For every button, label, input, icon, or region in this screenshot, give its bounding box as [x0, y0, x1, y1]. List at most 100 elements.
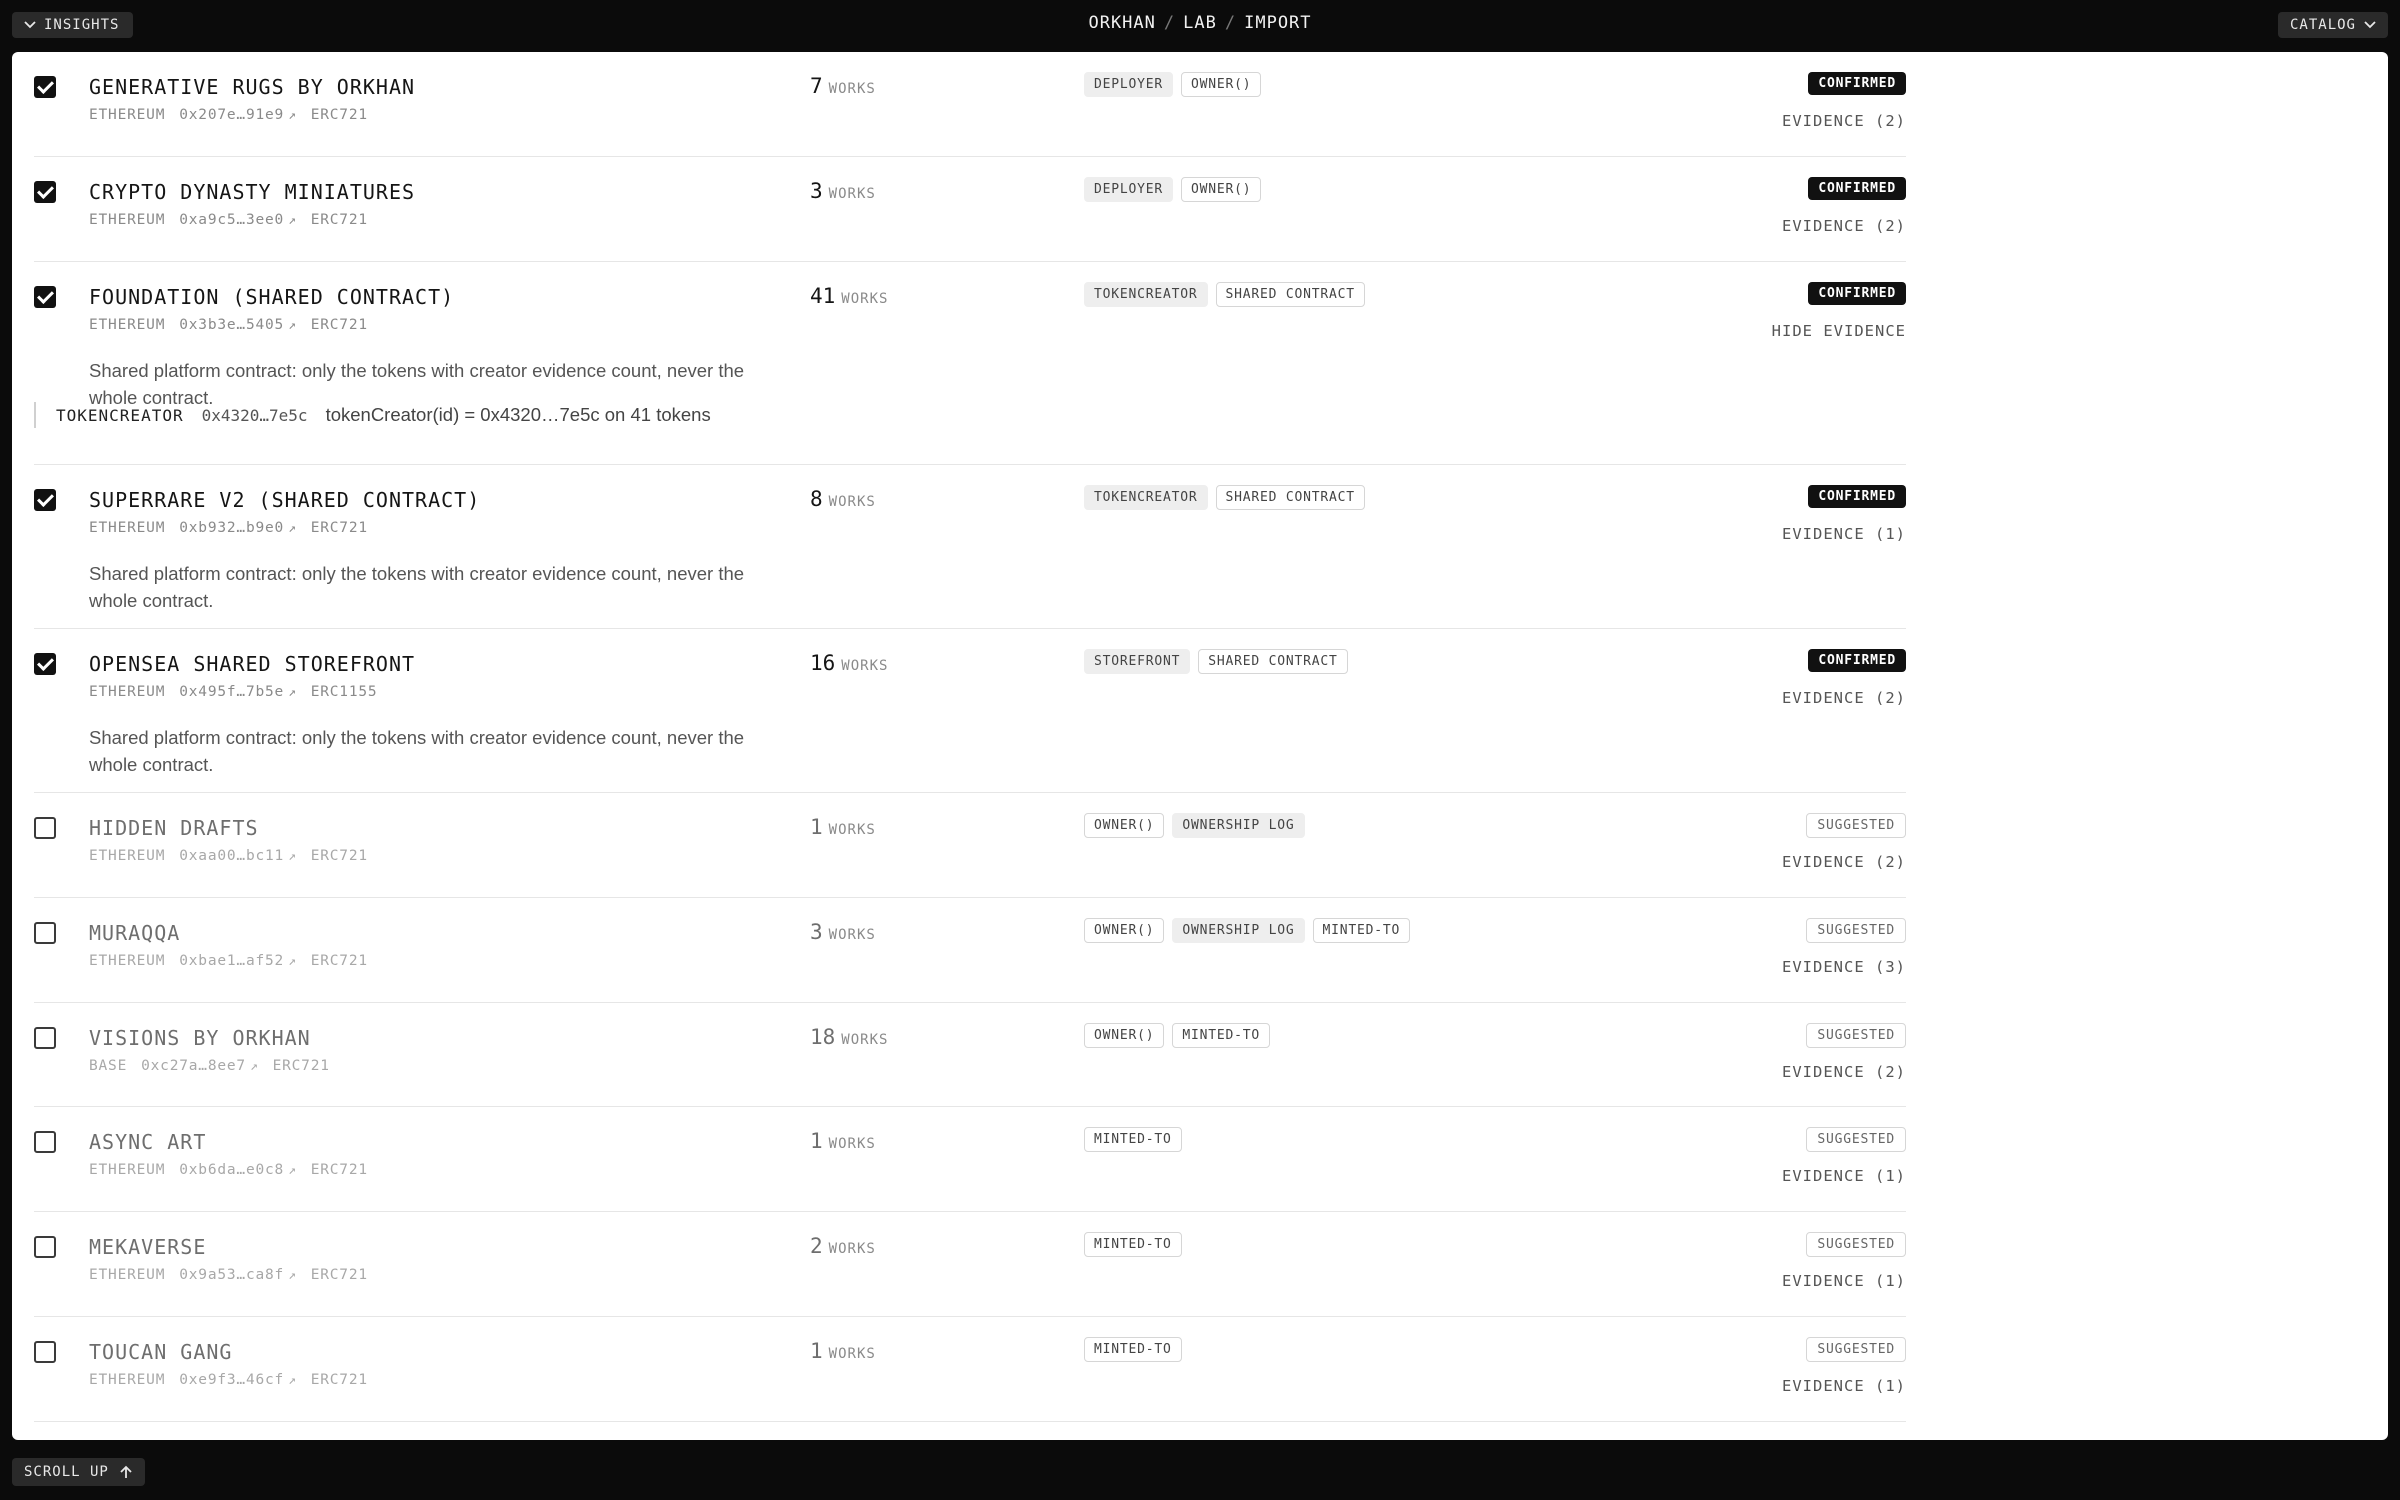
- evidence-tag: STOREFRONT: [1084, 649, 1191, 674]
- table-row[interactable]: HIDDEN DRAFTS ETHEREUM 0xaa00…bc11 ↗ ERC7…: [34, 793, 1906, 898]
- evidence-tag: OWNER(): [1084, 918, 1165, 943]
- address-link[interactable]: 0xc27a…8ee7 ↗: [141, 1058, 258, 1074]
- evidence-toggle[interactable]: EVIDENCE (2): [1782, 217, 1906, 235]
- external-link-icon: ↗: [288, 1163, 297, 1178]
- works-count: 2 WORKS: [810, 1234, 876, 1258]
- evidence-toggle[interactable]: EVIDENCE (1): [1782, 1377, 1906, 1395]
- evidence-tags: OWNER() MINTED-TO: [1084, 1023, 1271, 1048]
- address-link[interactable]: 0x9a53…ca8f ↗: [179, 1267, 296, 1283]
- breadcrumb-separator: /: [1163, 13, 1176, 33]
- works-count-number: 3: [810, 920, 823, 944]
- contract-name: ASYNC ART: [89, 1130, 207, 1154]
- table-row[interactable]: FOUNDATION (SHARED CONTRACT) ETHEREUM 0x…: [34, 262, 1906, 465]
- evidence-toggle[interactable]: EVIDENCE (2): [1782, 853, 1906, 871]
- contract-meta: ETHEREUM 0x207e…91e9 ↗ ERC721: [89, 107, 368, 123]
- top-bar: INSIGHTS ORKHAN / LAB / IMPORT CATALOG: [0, 0, 2400, 50]
- works-count-number: 41: [810, 284, 836, 308]
- table-row[interactable]: CRYPTO DYNASTY MINIATURES ETHEREUM 0xa9c…: [34, 157, 1906, 262]
- token-standard: ERC721: [272, 1058, 330, 1074]
- scroll-up-button[interactable]: SCROLL UP: [12, 1458, 145, 1486]
- address-link[interactable]: 0xaa00…bc11 ↗: [179, 848, 296, 864]
- select-checkbox[interactable]: [34, 1027, 56, 1049]
- catalog-label: CATALOG: [2289, 17, 2356, 33]
- external-link-icon: ↗: [288, 1268, 297, 1283]
- evidence-toggle[interactable]: EVIDENCE (1): [1782, 525, 1906, 543]
- evidence-toggle[interactable]: EVIDENCE (1): [1782, 1167, 1906, 1185]
- evidence-toggle[interactable]: EVIDENCE (2): [1782, 112, 1906, 130]
- breadcrumb-item-orkhan[interactable]: ORKHAN: [1088, 13, 1155, 33]
- address-link[interactable]: 0x3b3e…5405 ↗: [179, 317, 296, 333]
- scroll-up-label: SCROLL UP: [24, 1464, 109, 1480]
- evidence-tags: TOKENCREATOR SHARED CONTRACT: [1084, 282, 1365, 307]
- table-row[interactable]: MEKAVERSE ETHEREUM 0x9a53…ca8f ↗ ERC721 2…: [34, 1212, 1906, 1317]
- address-link[interactable]: 0xb6da…e0c8 ↗: [179, 1162, 296, 1178]
- address-text: 0xbae1…af52: [179, 953, 285, 969]
- address-text: 0x3b3e…5405: [179, 317, 285, 333]
- external-link-icon: ↗: [288, 685, 297, 700]
- select-checkbox[interactable]: [34, 489, 56, 511]
- address-link[interactable]: 0x495f…7b5e ↗: [179, 684, 296, 700]
- select-checkbox[interactable]: [34, 817, 56, 839]
- works-count: 3 WORKS: [810, 920, 876, 944]
- works-count-number: 1: [810, 1129, 823, 1153]
- token-standard: ERC721: [310, 520, 368, 536]
- select-checkbox[interactable]: [34, 1131, 56, 1153]
- contract-name: VISIONS BY ORKHAN: [89, 1026, 311, 1050]
- status-badge: CONFIRMED: [1808, 72, 1906, 95]
- breadcrumb-item-import: IMPORT: [1244, 13, 1312, 33]
- address-link[interactable]: 0xbae1…af52 ↗: [179, 953, 296, 969]
- table-row[interactable]: GENERATIVE RUGS BY ORKHAN ETHEREUM 0x207…: [34, 52, 1906, 157]
- works-count: 16 WORKS: [810, 651, 888, 675]
- evidence-toggle[interactable]: EVIDENCE (2): [1782, 1063, 1906, 1081]
- address-link[interactable]: 0x207e…91e9 ↗: [179, 107, 296, 123]
- external-link-icon: ↗: [288, 954, 297, 969]
- select-checkbox[interactable]: [34, 1236, 56, 1258]
- contract-meta: ETHEREUM 0xe9f3…46cf ↗ ERC721: [89, 1372, 368, 1388]
- table-row[interactable]: VISIONS BY ORKHAN BASE 0xc27a…8ee7 ↗ ERC7…: [34, 1003, 1906, 1107]
- evidence-tags: DEPLOYER OWNER(): [1084, 177, 1262, 202]
- address-link[interactable]: 0xe9f3…46cf ↗: [179, 1372, 296, 1388]
- table-row[interactable]: OPENSEA SHARED STOREFRONT ETHEREUM 0x495…: [34, 629, 1906, 793]
- select-checkbox[interactable]: [34, 922, 56, 944]
- evidence-tag: OWNER(): [1084, 813, 1165, 838]
- table-row[interactable]: TOUCAN GANG ETHEREUM 0xe9f3…46cf ↗ ERC721…: [34, 1317, 1906, 1422]
- contract-name: MURAQQA: [89, 921, 181, 945]
- evidence-toggle[interactable]: EVIDENCE (3): [1782, 958, 1906, 976]
- select-checkbox[interactable]: [34, 653, 56, 675]
- evidence-toggle[interactable]: HIDE EVIDENCE: [1772, 322, 1906, 340]
- works-count-number: 16: [810, 651, 836, 675]
- address-link[interactable]: 0xb932…b9e0 ↗: [179, 520, 296, 536]
- evidence-toggle[interactable]: EVIDENCE (1): [1782, 1272, 1906, 1290]
- catalog-button[interactable]: CATALOG: [2277, 12, 2388, 38]
- contract-name: HIDDEN DRAFTS: [89, 816, 259, 840]
- breadcrumb-item-lab[interactable]: LAB: [1183, 13, 1217, 33]
- works-count-number: 3: [810, 179, 823, 203]
- chain-label: ETHEREUM: [89, 848, 166, 864]
- select-checkbox[interactable]: [34, 1341, 56, 1363]
- address-text: 0xc27a…8ee7: [141, 1058, 246, 1074]
- status-badge: SUGGESTED: [1806, 813, 1906, 838]
- evidence-toggle[interactable]: EVIDENCE (2): [1782, 689, 1906, 707]
- table-row[interactable]: MURAQQA ETHEREUM 0xbae1…af52 ↗ ERC721 3 W…: [34, 898, 1906, 1003]
- evidence-tag: MINTED-TO: [1084, 1127, 1182, 1152]
- table-row[interactable]: SUPERRARE V2 (SHARED CONTRACT) ETHEREUM …: [34, 465, 1906, 629]
- evidence-tag: SHARED CONTRACT: [1215, 282, 1365, 307]
- works-count-label: WORKS: [828, 186, 876, 202]
- works-count-number: 7: [810, 74, 823, 98]
- token-standard: ERC721: [310, 107, 368, 123]
- works-count-label: WORKS: [841, 658, 889, 674]
- contract-name: FOUNDATION (SHARED CONTRACT): [89, 285, 455, 309]
- select-checkbox[interactable]: [34, 181, 56, 203]
- chain-label: ETHEREUM: [89, 684, 166, 700]
- status-badge: CONFIRMED: [1808, 649, 1906, 672]
- table-row[interactable]: ASYNC ART ETHEREUM 0xb6da…e0c8 ↗ ERC721 1…: [34, 1107, 1906, 1212]
- select-checkbox[interactable]: [34, 76, 56, 98]
- chain-label: ETHEREUM: [89, 520, 166, 536]
- select-checkbox[interactable]: [34, 286, 56, 308]
- token-standard: ERC721: [310, 848, 368, 864]
- address-link[interactable]: 0xa9c5…3ee0 ↗: [179, 212, 296, 228]
- evidence-tag: MINTED-TO: [1084, 1337, 1182, 1362]
- chain-label: ETHEREUM: [89, 107, 166, 123]
- evidence-tags: MINTED-TO: [1084, 1337, 1182, 1362]
- import-panel[interactable]: GENERATIVE RUGS BY ORKHAN ETHEREUM 0x207…: [12, 52, 2388, 1440]
